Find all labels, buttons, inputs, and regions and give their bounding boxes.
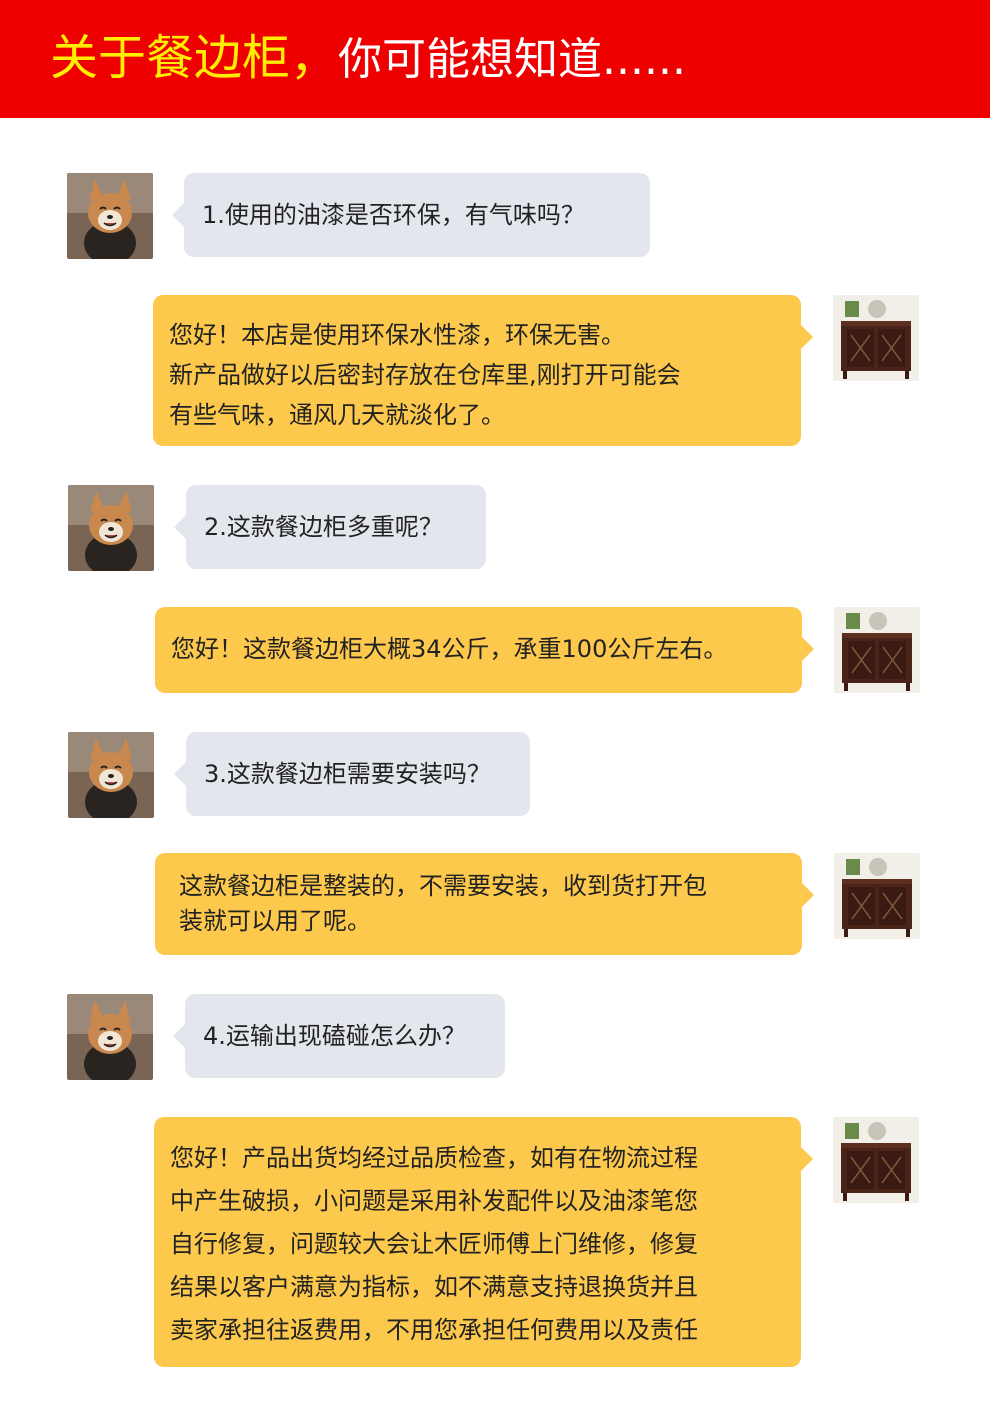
title-highlight: 关于餐边柜， <box>50 30 339 86</box>
answer-line: 自行修复，问题较大会让木匠师傅上门维修，修复 <box>170 1230 698 1258</box>
customer-avatar-icon <box>67 994 153 1080</box>
question-text: 4.运输出现磕碰怎么办？ <box>203 1022 466 1050</box>
customer-avatar-icon <box>68 485 154 571</box>
answer-line: 有些气味，通风几天就淡化了。 <box>169 401 505 429</box>
answer-bubble: 您好！这款餐边柜大概34公斤，承重100公斤左右。 <box>155 607 814 693</box>
answer-bubble: 您好！本店是使用环保水性漆，环保无害。 新产品做好以后密封存放在仓库里,刚打开可… <box>153 295 813 446</box>
question-text: 2.这款餐边柜多重呢？ <box>204 513 443 541</box>
answer-line: 您好！产品出货均经过品质检查，如有在物流过程 <box>170 1144 698 1172</box>
answer-line: 结果以客户满意为指标，如不满意支持退换货并且 <box>170 1273 698 1301</box>
answer-line: 您好！这款餐边柜大概34公斤，承重100公斤左右。 <box>171 635 728 663</box>
shop-avatar-icon <box>833 295 919 381</box>
answer-line: 这款餐边柜是整装的，不需要安装，收到货打开包 <box>179 872 707 900</box>
answer-line: 您好！本店是使用环保水性漆，环保无害。 <box>169 321 625 349</box>
answer-bubble: 您好！产品出货均经过品质检查，如有在物流过程 中产生破损，小问题是采用补发配件以… <box>154 1117 813 1367</box>
shop-avatar-icon <box>834 607 920 693</box>
title-rest: 你可能想知道...... <box>338 34 686 85</box>
customer-avatar-icon <box>67 173 153 259</box>
question-bubble: 1.使用的油漆是否环保，有气味吗？ <box>172 173 650 257</box>
header-banner: 关于餐边柜，你可能想知道...... <box>0 0 990 118</box>
question-bubble: 2.这款餐边柜多重呢？ <box>174 485 486 569</box>
answer-line: 装就可以用了呢。 <box>179 907 371 935</box>
question-text: 1.使用的油漆是否环保，有气味吗？ <box>202 201 585 229</box>
page-title: 关于餐边柜，你可能想知道...... <box>50 26 686 101</box>
question-bubble: 3.这款餐边柜需要安装吗？ <box>174 732 530 816</box>
answer-line: 卖家承担往返费用，不用您承担任何费用以及责任 <box>170 1316 698 1344</box>
question-bubble: 4.运输出现磕碰怎么办？ <box>173 994 505 1078</box>
answer-line: 新产品做好以后密封存放在仓库里,刚打开可能会 <box>169 361 681 389</box>
answer-line: 中产生破损，小问题是采用补发配件以及油漆笔您 <box>170 1187 698 1215</box>
customer-avatar-icon <box>68 732 154 818</box>
shop-avatar-icon <box>834 853 920 939</box>
question-text: 3.这款餐边柜需要安装吗？ <box>204 760 491 788</box>
answer-bubble: 这款餐边柜是整装的，不需要安装，收到货打开包 装就可以用了呢。 <box>155 853 814 955</box>
shop-avatar-icon <box>833 1117 919 1203</box>
